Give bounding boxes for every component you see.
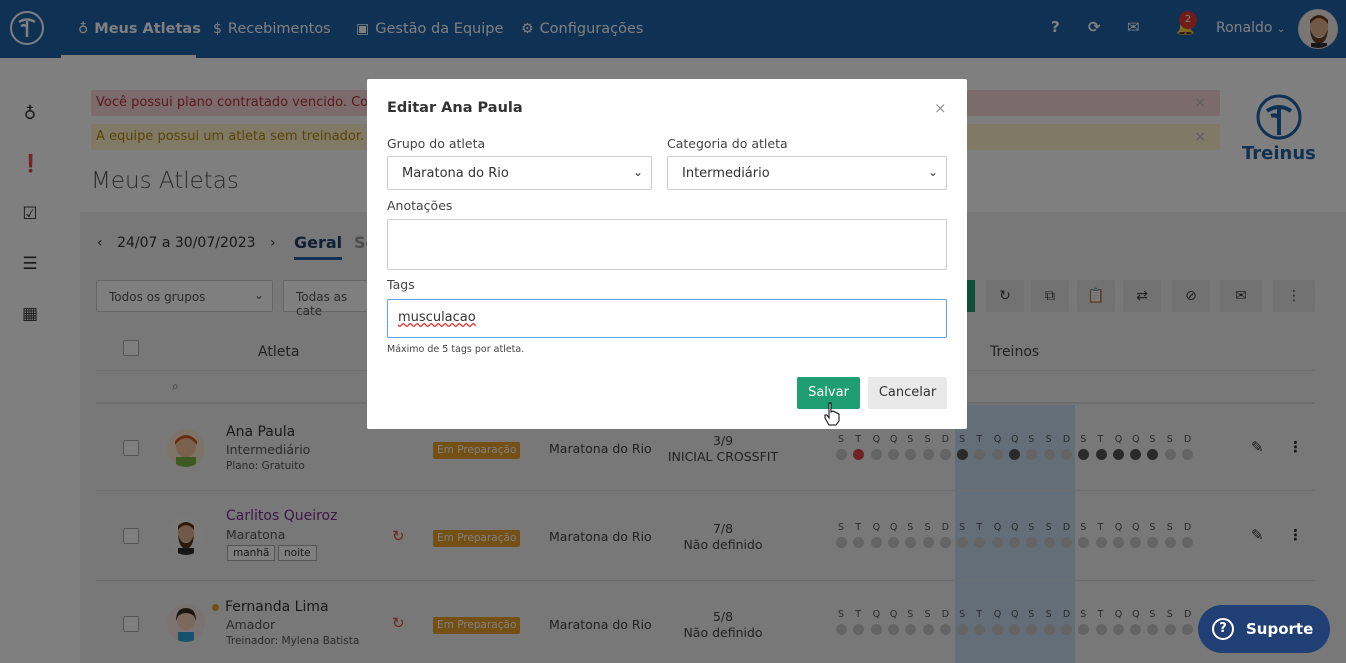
tags-hint: Máximo de 5 tags por atleta. bbox=[387, 344, 525, 355]
tags-label: Tags bbox=[387, 277, 415, 292]
group-select[interactable]: Maratona do Rio ⌄ bbox=[387, 156, 652, 190]
help-circle-icon: ? bbox=[1212, 618, 1234, 640]
modal-title: Editar Ana Paula bbox=[387, 100, 523, 116]
chevron-down-icon: ⌄ bbox=[632, 165, 643, 179]
group-label: Grupo do atleta bbox=[387, 136, 486, 151]
notes-textarea[interactable] bbox=[387, 219, 947, 270]
edit-athlete-modal: Editar Ana Paula × Grupo do atleta Marat… bbox=[367, 79, 967, 429]
hand-cursor-icon bbox=[823, 402, 841, 430]
close-icon[interactable]: × bbox=[934, 99, 947, 117]
category-label: Categoria do atleta bbox=[667, 136, 788, 151]
chevron-down-icon: ⌄ bbox=[927, 165, 938, 179]
notes-label: Anotações bbox=[387, 198, 453, 213]
support-button[interactable]: ? Suporte bbox=[1198, 605, 1330, 653]
cancel-button[interactable]: Cancelar bbox=[868, 377, 947, 409]
tags-input[interactable]: musculacao bbox=[387, 299, 947, 338]
category-select[interactable]: Intermediário ⌄ bbox=[667, 156, 947, 190]
